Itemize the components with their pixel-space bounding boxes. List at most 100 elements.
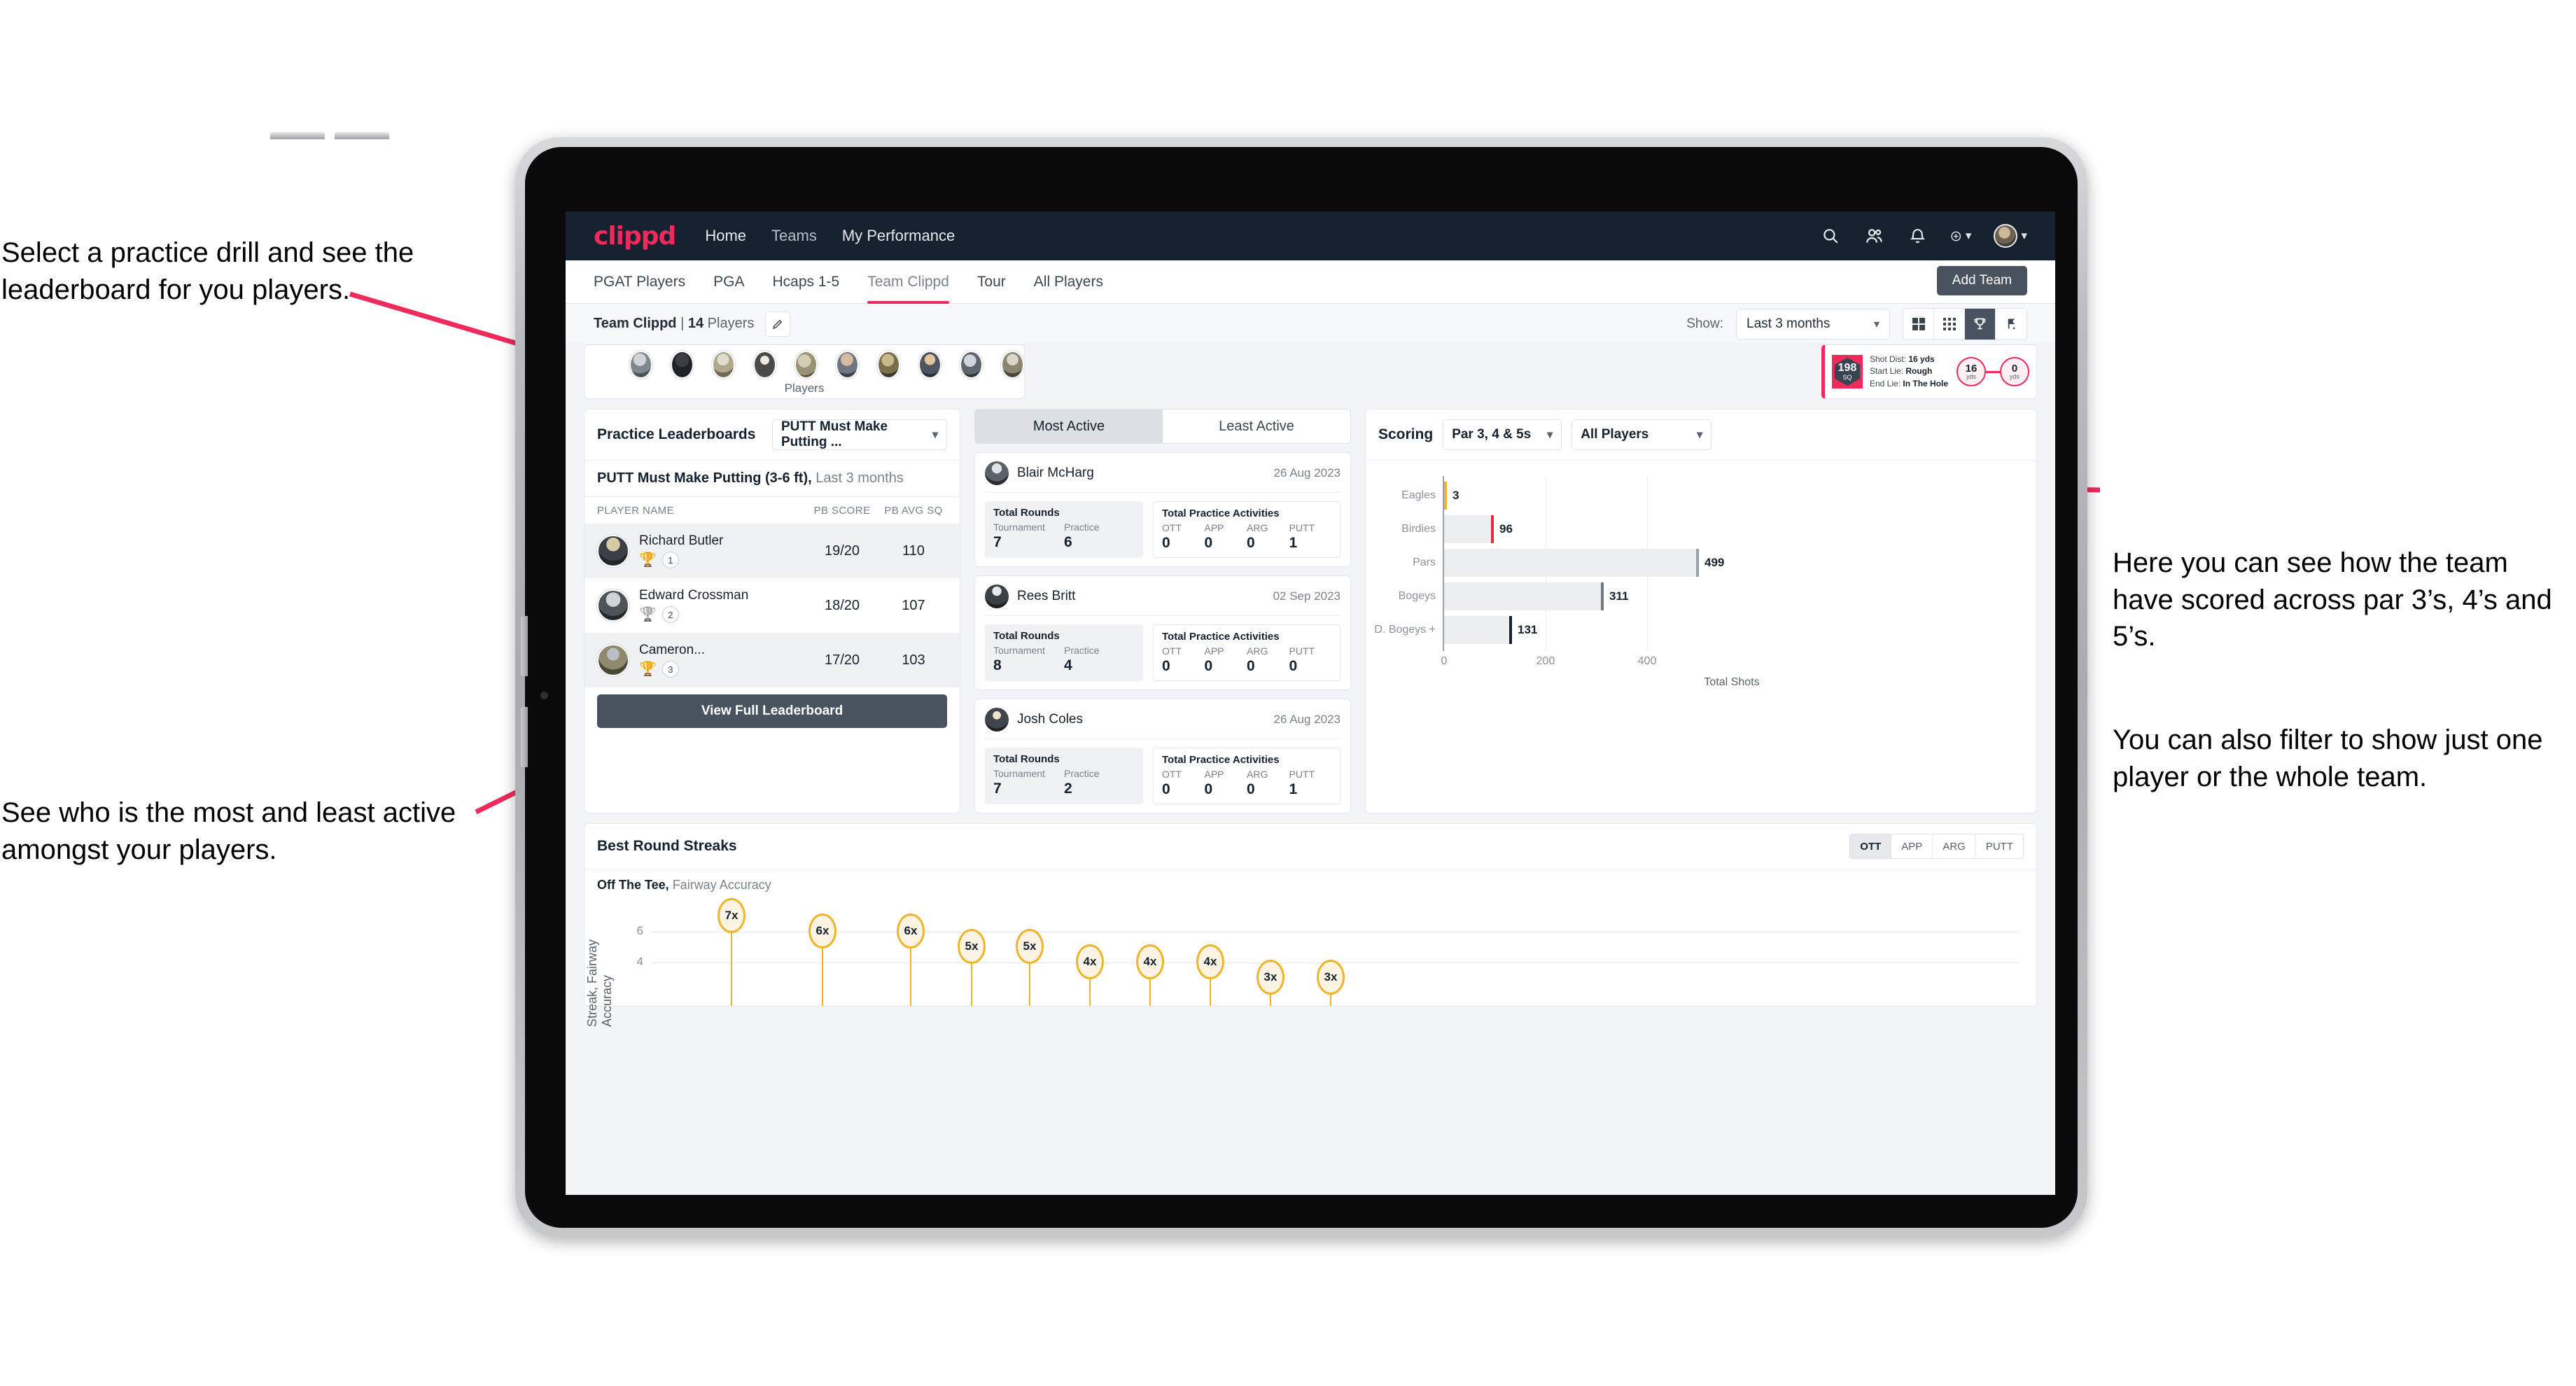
avatar[interactable]: [712, 351, 735, 379]
edit-team-button[interactable]: [765, 311, 791, 337]
tab-hcaps-1-5[interactable]: Hcaps 1-5: [772, 260, 839, 304]
avatar: [597, 535, 629, 567]
side-button-top[interactable]: [521, 616, 528, 676]
xaxis-title: Total Shots: [1704, 676, 1760, 688]
trophy-icon[interactable]: [1965, 308, 1996, 340]
streak-bubble[interactable]: 4x: [1136, 944, 1164, 979]
nav-link-home[interactable]: Home: [705, 227, 746, 245]
nav-link-my-performance[interactable]: My Performance: [842, 227, 955, 245]
tab-pga[interactable]: PGA: [713, 260, 744, 304]
activity-player-card[interactable]: Josh Coles 26 Aug 2023 Total Rounds Tour…: [974, 699, 1351, 813]
streak-bubble[interactable]: 6x: [897, 913, 925, 948]
side-button-bottom[interactable]: [521, 707, 528, 767]
arg-label: ARG: [1247, 645, 1268, 657]
column-pb-avg-sq: PB AVG SQ: [884, 504, 943, 517]
segment-ott[interactable]: OTT: [1850, 834, 1892, 858]
avatar[interactable]: [1001, 351, 1024, 379]
tab-least-active[interactable]: Least Active: [1163, 410, 1350, 443]
streak-bubble[interactable]: 6x: [808, 913, 836, 948]
avatar[interactable]: [877, 351, 900, 379]
putt-label: PUTT: [1289, 645, 1315, 657]
plus-circle-icon[interactable]: ▾: [1950, 225, 1971, 246]
date-range-select[interactable]: Last 3 months ▾: [1736, 308, 1890, 340]
drill-select[interactable]: PUTT Must Make Putting ... ▾: [772, 419, 947, 450]
xtick-200: 200: [1536, 655, 1555, 667]
app-label: APP: [1204, 645, 1224, 657]
avatar[interactable]: [836, 351, 859, 379]
app-label: APP: [1204, 769, 1224, 780]
tab-all-players[interactable]: All Players: [1034, 260, 1103, 304]
total-rounds-box: Total Rounds Tournament 8 Practice 4: [985, 624, 1143, 681]
streaks-metric: Fairway Accuracy: [668, 878, 771, 892]
tab-team-clippd[interactable]: Team Clippd: [867, 260, 949, 304]
activity-date: 26 Aug 2023: [1273, 466, 1340, 479]
player-badges: 🏆 2: [639, 606, 804, 623]
nav-link-teams[interactable]: Teams: [771, 227, 817, 245]
table-row[interactable]: Edward Crossman 🏆 2 18/20 107: [584, 578, 960, 633]
middle-row: Practice Leaderboards PUTT Must Make Put…: [584, 409, 2037, 813]
start-lie-line: Start Lie: Rough: [1870, 365, 1948, 377]
pb-avg-sq-value: 107: [902, 597, 925, 613]
start-distance-unit: yds: [1966, 373, 1976, 380]
tournament-label: Tournament: [993, 768, 1045, 779]
annotation-bottom-left: See who is the most and least active amo…: [1, 757, 505, 868]
grid-large-icon[interactable]: [1903, 308, 1934, 340]
xtick-0: 0: [1441, 655, 1448, 667]
par-filter-value: Par 3, 4 & 5s: [1452, 427, 1532, 442]
bar-label-birdies: Birdies: [1401, 523, 1436, 535]
flag-icon[interactable]: [1996, 309, 2026, 340]
scoring-header: Scoring Par 3, 4 & 5s ▾ All Players ▾: [1366, 410, 2036, 461]
streak-bubble[interactable]: 5x: [1016, 929, 1044, 964]
streak-bubble[interactable]: 4x: [1196, 944, 1224, 979]
activity-player-header: Rees Britt 02 Sep 2023: [985, 584, 1340, 616]
pb-avg-sq-value: 103: [902, 652, 925, 668]
avatar[interactable]: [960, 351, 983, 379]
leaderboard-player-cell: Cameron... 🏆 3: [639, 643, 804, 678]
segment-app[interactable]: APP: [1891, 834, 1933, 858]
avatar[interactable]: ▾: [1994, 224, 2027, 248]
tab-tour[interactable]: Tour: [977, 260, 1006, 304]
tab-pgat-players[interactable]: PGAT Players: [594, 260, 685, 304]
activity-player-header: Blair McHarg 26 Aug 2023: [985, 461, 1340, 493]
segment-arg[interactable]: ARG: [1933, 834, 1976, 858]
player-filter-select[interactable]: All Players ▾: [1572, 419, 1712, 450]
streak-bubble[interactable]: 5x: [958, 929, 986, 964]
avatar[interactable]: [671, 351, 694, 379]
team-separator: |: [680, 316, 685, 331]
people-icon[interactable]: [1863, 225, 1884, 246]
volume-up-button[interactable]: [270, 132, 325, 139]
activity-player-card[interactable]: Blair McHarg 26 Aug 2023 Total Rounds To…: [974, 452, 1351, 567]
app-stat: APP 0: [1205, 522, 1247, 552]
practice-label: Practice: [1064, 768, 1100, 779]
add-team-button[interactable]: Add Team: [1936, 266, 2027, 295]
segment-putt[interactable]: PUTT: [1976, 834, 2023, 858]
search-icon[interactable]: [1820, 225, 1841, 246]
practice-value: 4: [1064, 657, 1072, 673]
avatar[interactable]: [753, 351, 776, 379]
avatar[interactable]: [629, 351, 652, 379]
par-filter-select[interactable]: Par 3, 4 & 5s ▾: [1443, 419, 1562, 450]
streak-bubble[interactable]: 4x: [1076, 944, 1104, 979]
streak-bubble[interactable]: 3x: [1256, 960, 1284, 995]
clippd-logo[interactable]: clippd: [594, 222, 676, 251]
putt-value: 1: [1289, 781, 1298, 797]
shot-dist-value: 16 yds: [1908, 354, 1935, 364]
grid-small-icon[interactable]: [1934, 308, 1965, 340]
activity-player-card[interactable]: Rees Britt 02 Sep 2023 Total Rounds Tour…: [974, 575, 1351, 690]
table-row[interactable]: Cameron... 🏆 3 17/20 103: [584, 633, 960, 687]
bar-value-pars: 499: [1704, 556, 1725, 569]
tab-most-active[interactable]: Most Active: [975, 410, 1163, 443]
avatar[interactable]: [918, 351, 941, 379]
bell-icon[interactable]: [1907, 225, 1928, 246]
volume-down-button[interactable]: [335, 132, 389, 139]
avatar[interactable]: [794, 351, 818, 379]
camera-dot-icon: [540, 692, 548, 699]
view-full-leaderboard-button[interactable]: View Full Leaderboard: [597, 694, 947, 728]
ott-stat: OTT 0: [1162, 769, 1205, 798]
table-row[interactable]: Richard Butler 🏆 1 19/20 110: [584, 524, 960, 578]
sq-value: 198: [1837, 362, 1857, 374]
streak-bubble[interactable]: 7x: [718, 898, 746, 933]
streak-bubble[interactable]: 3x: [1317, 960, 1345, 995]
players-strip-card: Players: [584, 344, 1025, 399]
chart-plot-area: 3 Eagles 96 Birdies 499 Pars 311 Bogeys …: [1374, 476, 2019, 688]
